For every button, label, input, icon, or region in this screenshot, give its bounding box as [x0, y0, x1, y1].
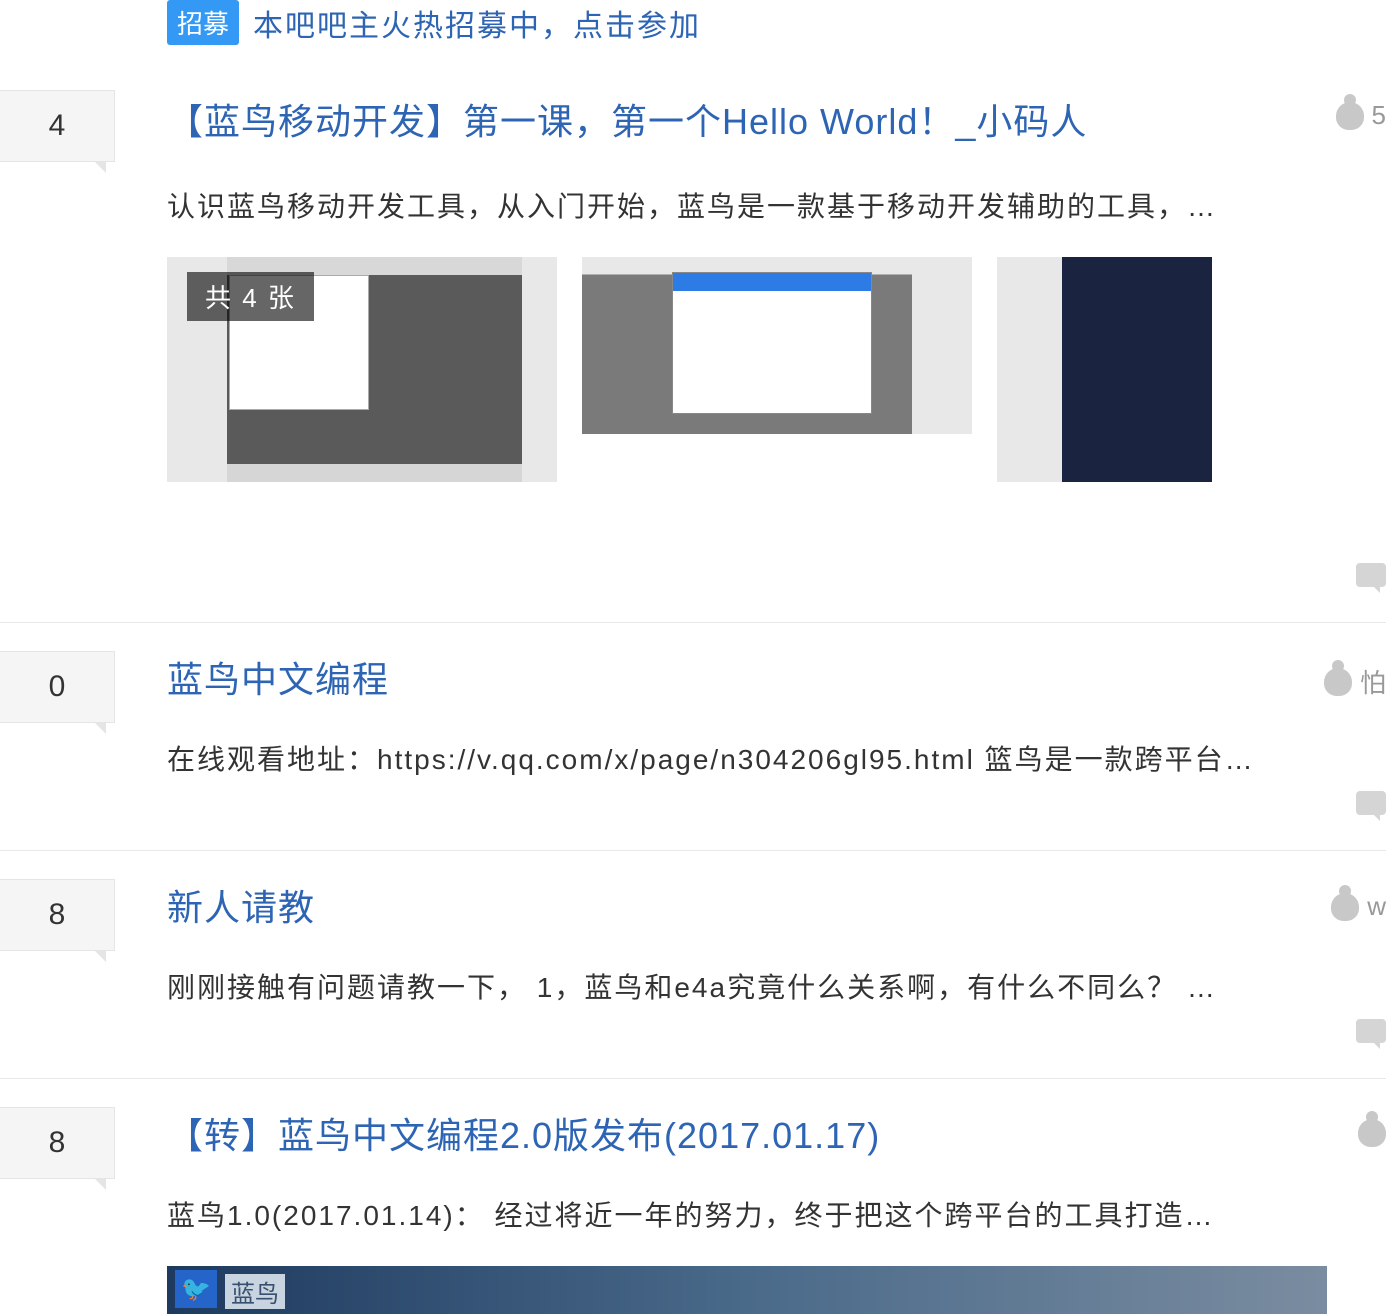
thumbnail-image[interactable]: 🐦 蓝鸟	[167, 1266, 1327, 1314]
reply-count: 8	[0, 1107, 115, 1179]
comment-icon	[1356, 563, 1386, 587]
thread-title-link[interactable]: 新人请教	[167, 879, 1366, 931]
recruit-badge: 招募	[167, 0, 239, 45]
thread-excerpt: 刚刚接触有问题请教一下， 1，蓝鸟和e4a究竟什么关系啊，有什么不同么？ …	[167, 966, 1366, 1006]
author-meta[interactable]	[1358, 1119, 1386, 1147]
thread-item: 8 新人请教 刚刚接触有问题请教一下， 1，蓝鸟和e4a究竟什么关系啊，有什么不…	[0, 851, 1386, 1079]
comment-meta[interactable]	[1356, 563, 1386, 587]
thumbnail-image[interactable]	[997, 257, 1212, 482]
comment-icon	[1356, 1019, 1386, 1043]
user-icon	[1324, 668, 1352, 696]
comment-meta[interactable]	[1356, 791, 1386, 815]
thumbnail-row: 共 4 张	[167, 257, 1366, 482]
announcement-link[interactable]: 本吧吧主火热招募中，点击参加	[253, 1, 701, 45]
thumbnail-image[interactable]: 共 4 张	[167, 257, 557, 482]
thread-item: 4 【蓝鸟移动开发】第一课，第一个Hello World！_小码人 认识蓝鸟移动…	[0, 45, 1386, 623]
app-label: 蓝鸟	[225, 1274, 285, 1309]
thread-excerpt: 在线观看地址：https://v.qq.com/x/page/n304206gl…	[167, 738, 1366, 778]
user-icon	[1331, 893, 1359, 921]
user-hint: w	[1367, 891, 1386, 922]
user-hint: 怕	[1360, 663, 1386, 700]
thread-title-link[interactable]: 【转】蓝鸟中文编程2.0版发布(2017.01.17)	[167, 1107, 1366, 1159]
author-meta[interactable]: 5	[1336, 100, 1386, 131]
thread-item: 0 蓝鸟中文编程 在线观看地址：https://v.qq.com/x/page/…	[0, 623, 1386, 851]
thumbnail-image[interactable]	[582, 257, 972, 434]
thread-item: 8 【转】蓝鸟中文编程2.0版发布(2017.01.17) 蓝鸟1.0(2017…	[0, 1079, 1386, 1314]
image-count-overlay: 共 4 张	[187, 272, 314, 321]
comment-icon	[1356, 791, 1386, 815]
user-icon	[1358, 1119, 1386, 1147]
reply-count: 4	[0, 90, 115, 162]
thread-title-link[interactable]: 【蓝鸟移动开发】第一课，第一个Hello World！_小码人	[167, 93, 1366, 145]
app-logo-icon: 🐦	[175, 1270, 217, 1308]
user-hint: 5	[1372, 100, 1386, 131]
author-meta[interactable]: w	[1331, 891, 1386, 922]
announcement-row[interactable]: 招募 本吧吧主火热招募中，点击参加	[0, 0, 1386, 45]
reply-count: 8	[0, 879, 115, 951]
comment-meta[interactable]	[1356, 1019, 1386, 1043]
reply-count: 0	[0, 651, 115, 723]
thread-excerpt: 蓝鸟1.0(2017.01.14)： 经过将近一年的努力，终于把这个跨平台的工具…	[167, 1194, 1366, 1234]
user-icon	[1336, 102, 1364, 130]
thread-excerpt: 认识蓝鸟移动开发工具，从入门开始，蓝鸟是一款基于移动开发辅助的工具，…	[167, 185, 1366, 225]
thread-title-link[interactable]: 蓝鸟中文编程	[167, 651, 1366, 703]
author-meta[interactable]: 怕	[1324, 663, 1386, 700]
